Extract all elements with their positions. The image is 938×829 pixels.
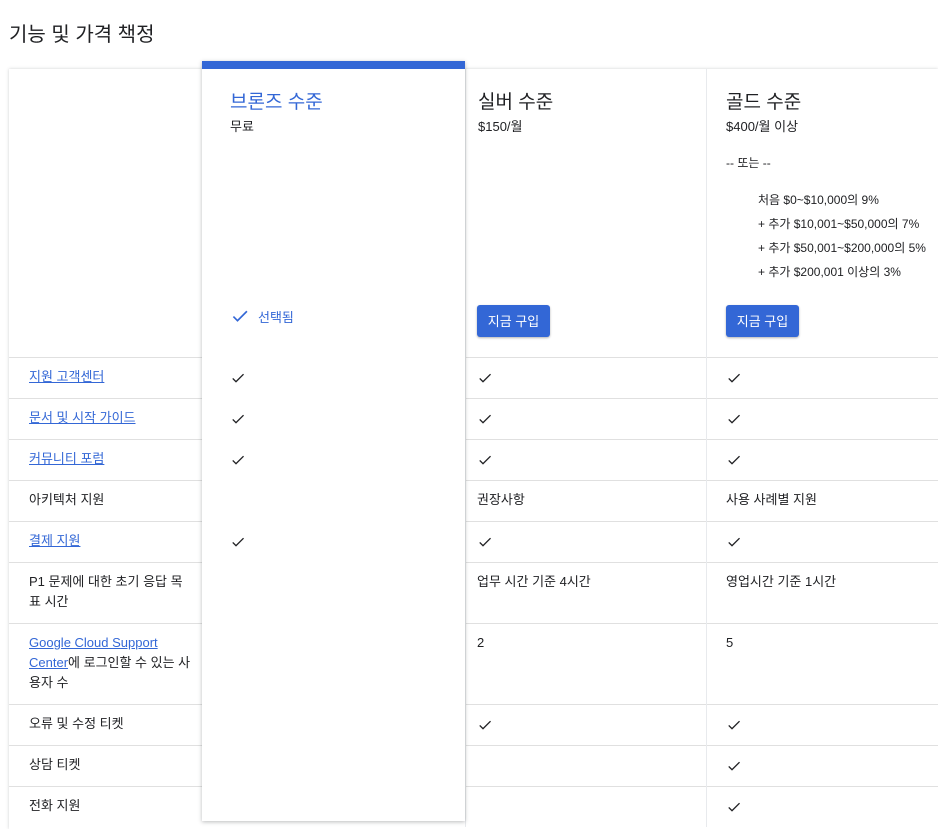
silver-cell xyxy=(477,399,493,427)
gold-cell: 영업시간 기준 1시간 xyxy=(726,574,837,589)
check-icon xyxy=(728,414,740,424)
bronze-cell xyxy=(230,440,246,468)
check-icon xyxy=(232,537,244,547)
bronze-cell xyxy=(230,522,246,550)
feature-label: 아키텍처 지원 xyxy=(29,492,105,507)
silver-cell xyxy=(477,705,493,733)
check-icon xyxy=(479,537,491,547)
column-divider xyxy=(465,357,466,827)
table-row: 전화 지원 xyxy=(9,786,938,827)
feature-label: 전화 지원 xyxy=(29,798,81,813)
silver-tier-name: 실버 수준 xyxy=(478,92,554,113)
check-icon xyxy=(479,455,491,465)
feature-label: P1 문제에 대한 초기 응답 목표 시간 xyxy=(29,574,183,609)
check-icon xyxy=(479,373,491,383)
silver-tier-price: $150/월 xyxy=(478,119,523,134)
gold-cell xyxy=(726,746,742,774)
gold-cell xyxy=(726,787,742,815)
selected-label: 선택됨 xyxy=(258,309,294,325)
bronze-cell xyxy=(230,358,246,386)
silver-buy-button[interactable]: 지금 구입 xyxy=(477,305,550,337)
billing-link[interactable]: 결제 지원 xyxy=(29,533,80,548)
gold-pricing-tier: 처음 $0~$10,000의 9% xyxy=(758,193,879,207)
gold-pricing-tier: + 추가 $10,001~$50,000의 7% xyxy=(758,217,920,231)
check-icon xyxy=(232,414,244,424)
table-row: 상담 티켓 xyxy=(9,745,938,786)
gold-cell: 사용 사례별 지원 xyxy=(726,492,817,507)
feature-label: 지원 고객센터 xyxy=(29,358,193,387)
bronze-cell xyxy=(230,399,246,427)
silver-cell: 업무 시간 기준 4시간 xyxy=(477,574,591,589)
pricing-table: 브론즈 수준 무료 선택됨 실버 수준 $150/월 지금 구입 골드 수준 $… xyxy=(9,61,938,829)
check-icon xyxy=(232,373,244,383)
gold-tier-column: 골드 수준 $400/월 이상 -- 또는 -- 처음 $0~$10,000의 … xyxy=(706,69,938,357)
label-column-header xyxy=(9,69,201,357)
docs-link[interactable]: 문서 및 시작 가이드 xyxy=(29,410,136,425)
gold-pricing-tiers: 처음 $0~$10,000의 9% + 추가 $10,001~$50,000의 … xyxy=(758,188,926,284)
bronze-tier-name: 브론즈 수준 xyxy=(230,92,323,113)
silver-tier-column: 실버 수준 $150/월 지금 구입 xyxy=(465,69,707,357)
table-row: 문서 및 시작 가이드 xyxy=(9,398,938,439)
gold-cell xyxy=(726,440,742,468)
table-row: 오류 및 수정 티켓 xyxy=(9,704,938,745)
table-row: 지원 고객센터 xyxy=(9,357,938,398)
silver-cell xyxy=(477,440,493,468)
table-row: P1 문제에 대한 초기 응답 목표 시간 업무 시간 기준 4시간 영업시간 … xyxy=(9,562,938,623)
check-icon xyxy=(728,761,740,771)
feature-label: Google Cloud Support Center에 로그인할 수 있는 사… xyxy=(29,624,193,693)
check-icon xyxy=(479,720,491,730)
gold-tier-price: $400/월 이상 xyxy=(726,119,799,134)
gold-pricing-tier: + 추가 $50,001~$200,000의 5% xyxy=(758,241,926,255)
silver-cell: 권장사항 xyxy=(477,492,525,507)
feature-rows: 지원 고객센터 문서 및 시작 가이드 커뮤니티 포럼 아키텍처 지원 권장사항… xyxy=(9,357,938,827)
feature-label: 문서 및 시작 가이드 xyxy=(29,399,193,428)
gold-cell xyxy=(726,705,742,733)
gold-cell xyxy=(726,399,742,427)
gold-pricing-tier: + 추가 $200,001 이상의 3% xyxy=(758,265,901,279)
check-icon xyxy=(728,720,740,730)
silver-cell xyxy=(477,522,493,550)
feature-label: 상담 티켓 xyxy=(29,757,81,772)
check-icon xyxy=(728,373,740,383)
check-icon xyxy=(232,310,248,322)
page-title: 기능 및 가격 책정 xyxy=(9,24,155,46)
check-icon xyxy=(232,455,244,465)
gold-or-label: -- 또는 -- xyxy=(726,156,771,170)
feature-label: 오류 및 수정 티켓 xyxy=(29,716,124,731)
check-icon xyxy=(728,455,740,465)
bronze-tier-price: 무료 xyxy=(230,119,254,134)
gold-cell: 5 xyxy=(726,635,734,650)
silver-cell xyxy=(477,358,493,386)
gold-cell xyxy=(726,358,742,386)
column-divider xyxy=(706,357,707,827)
table-row: 커뮤니티 포럼 xyxy=(9,439,938,480)
table-row: Google Cloud Support Center에 로그인할 수 있는 사… xyxy=(9,623,938,704)
selected-tier-bar xyxy=(202,61,465,69)
check-icon xyxy=(479,414,491,424)
gold-buy-button[interactable]: 지금 구입 xyxy=(726,305,799,337)
silver-cell: 2 xyxy=(477,635,485,650)
gold-cell xyxy=(726,522,742,550)
table-row: 결제 지원 xyxy=(9,521,938,562)
gold-tier-name: 골드 수준 xyxy=(726,92,802,113)
selected-status: 선택됨 xyxy=(230,306,294,326)
support-center-link[interactable]: 지원 고객센터 xyxy=(29,369,104,384)
community-link[interactable]: 커뮤니티 포럼 xyxy=(29,451,104,466)
feature-label: 결제 지원 xyxy=(29,522,193,551)
check-icon xyxy=(728,537,740,547)
check-icon xyxy=(728,802,740,812)
table-row: 아키텍처 지원 권장사항 사용 사례별 지원 xyxy=(9,480,938,521)
feature-label: 커뮤니티 포럼 xyxy=(29,440,193,469)
